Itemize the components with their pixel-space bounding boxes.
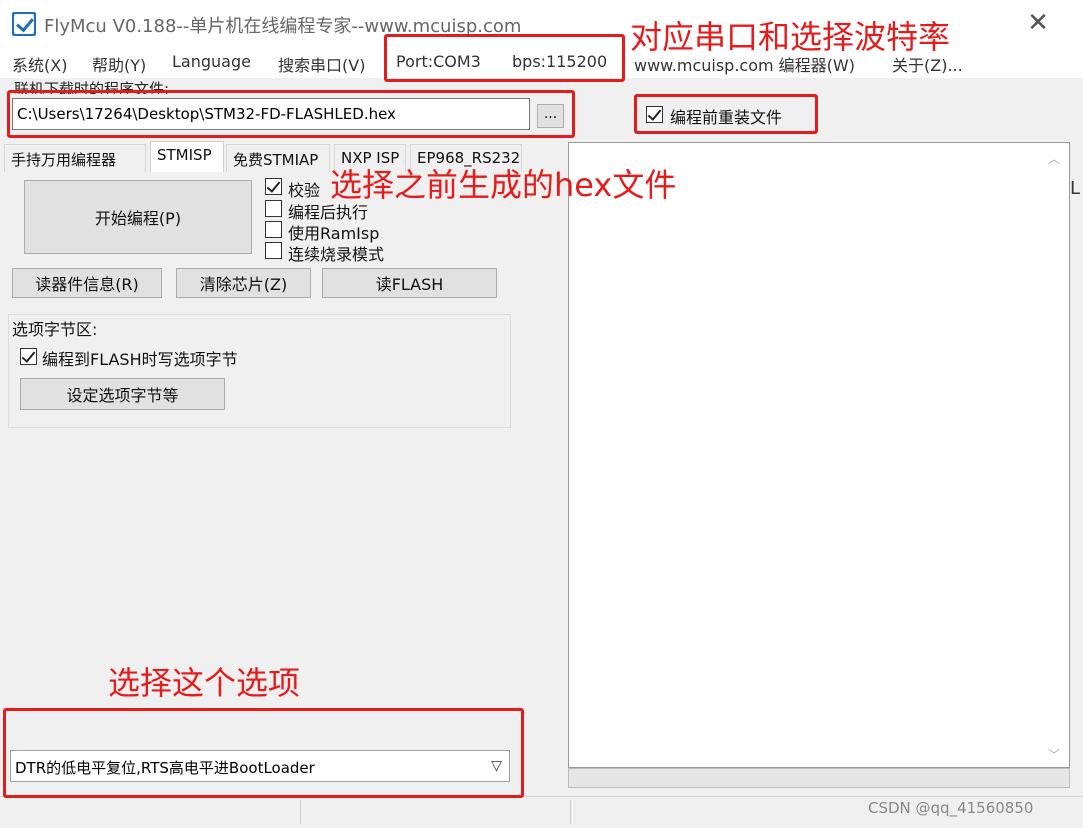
tab-free-stmiap[interactable]: 免费STMIAP	[226, 144, 330, 172]
tab-stmisp[interactable]: STMISP	[150, 141, 224, 172]
port-highlight-box	[384, 34, 625, 82]
menu-search-port[interactable]: 搜索串口(V)	[278, 52, 365, 76]
read-flash-button[interactable]: 读FLASH	[322, 268, 497, 298]
watermark: CSDN @qq_41560850	[868, 799, 1034, 817]
continuous-burn-checkbox[interactable]	[265, 242, 282, 259]
verify-checkbox[interactable]	[265, 178, 282, 195]
tab-handheld-programmer[interactable]: 手持万用编程器	[4, 144, 146, 172]
file-highlight-box	[7, 90, 575, 138]
run-after-program-checkbox[interactable]	[265, 200, 282, 217]
reset-mode-highlight-box	[3, 708, 524, 798]
verify-label: 校验	[288, 181, 321, 200]
erase-chip-button[interactable]: 清除芯片(Z)	[176, 268, 311, 298]
log-output[interactable]	[568, 142, 1070, 768]
set-option-bytes-button[interactable]: 设定选项字节等	[20, 378, 225, 410]
menu-language[interactable]: Language	[172, 52, 251, 71]
app-check-icon	[12, 12, 36, 36]
write-option-bytes-label: 编程到FLASH时写选项字节	[42, 350, 238, 369]
menu-system[interactable]: 系统(X)	[12, 52, 67, 76]
scroll-up-icon[interactable]: ︿	[1048, 150, 1060, 167]
option-bytes-title: 选项字节区:	[12, 320, 98, 339]
annotation-option: 选择这个选项	[108, 664, 301, 702]
status-divider	[300, 800, 301, 824]
read-device-info-button[interactable]: 读器件信息(R)	[12, 268, 162, 298]
close-button[interactable]: ✕	[1010, 6, 1066, 40]
annotation-port: 对应串口和选择波特率	[630, 18, 951, 56]
use-ramisp-checkbox[interactable]	[265, 221, 282, 238]
continuous-burn-label: 连续烧录模式	[288, 245, 385, 264]
log-status-strip	[568, 768, 1070, 788]
log-edge-text: L	[1070, 178, 1081, 199]
menu-help[interactable]: 帮助(Y)	[92, 52, 146, 76]
write-option-bytes-checkbox[interactable]	[20, 348, 37, 365]
scroll-down-icon[interactable]: ﹀	[1048, 746, 1060, 763]
start-programming-button[interactable]: 开始编程(P)	[24, 180, 252, 254]
status-divider	[570, 800, 571, 824]
reload-highlight-box	[634, 94, 818, 134]
annotation-hex: 选择之前生成的hex文件	[330, 166, 677, 204]
